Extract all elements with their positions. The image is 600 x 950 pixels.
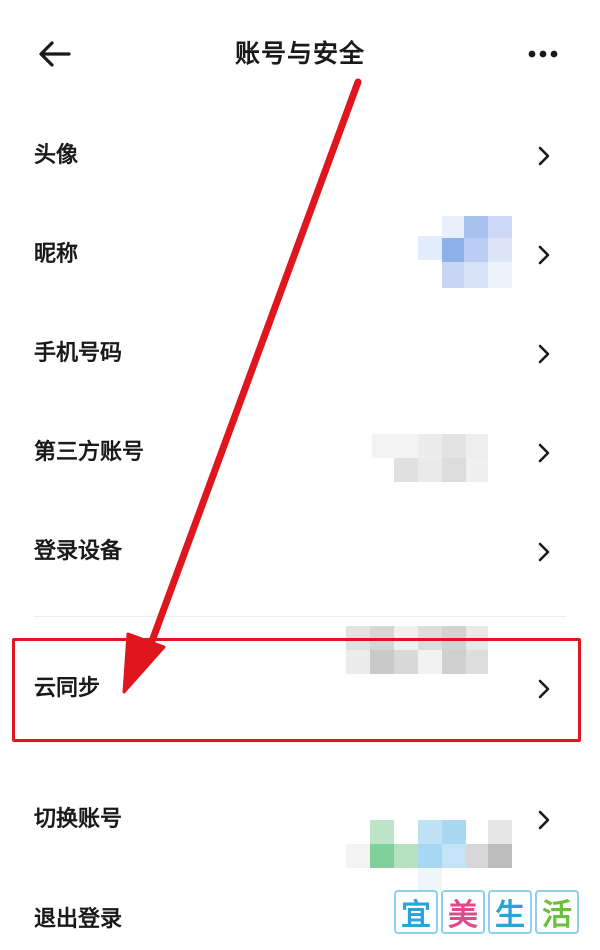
row-label: 第三方账号: [34, 440, 145, 465]
row-third-party-accounts[interactable]: 第三方账号: [0, 400, 600, 890]
highlight-box: [12, 638, 581, 742]
watermark-char: 宜: [394, 890, 438, 934]
row-label: 昵称: [34, 242, 79, 267]
row-avatar[interactable]: 头像: [0, 104, 600, 288]
row-phone-number[interactable]: 手机号码: [0, 300, 600, 674]
watermark-char: 生: [488, 890, 532, 934]
chevron-right-icon: [534, 538, 554, 566]
row-nickname[interactable]: 昵称: [0, 202, 600, 482]
row-label: 退出登录: [34, 907, 123, 932]
chevron-right-icon: [534, 142, 554, 170]
row-label: 登录设备: [34, 539, 123, 564]
row-switch-account[interactable]: 切换账号: [0, 770, 600, 868]
watermark-char: 美: [441, 890, 485, 934]
watermark-logo: 宜 美 生 活: [394, 890, 579, 938]
row-login-devices[interactable]: 登录设备: [0, 500, 600, 598]
page-title: 账号与安全: [234, 39, 365, 68]
chevron-right-icon: [534, 241, 554, 269]
more-horizontal-icon: [528, 50, 558, 58]
row-label: 手机号码: [34, 341, 123, 366]
chevron-right-icon: [534, 806, 554, 834]
chevron-right-icon: [534, 439, 554, 467]
row-label: 切换账号: [34, 807, 123, 832]
top-bar: 账号与安全: [0, 0, 600, 104]
divider: [34, 616, 566, 617]
row-label: 头像: [34, 143, 79, 168]
more-button[interactable]: [522, 34, 564, 74]
watermark-char: 活: [535, 890, 579, 934]
chevron-right-icon: [534, 340, 554, 368]
